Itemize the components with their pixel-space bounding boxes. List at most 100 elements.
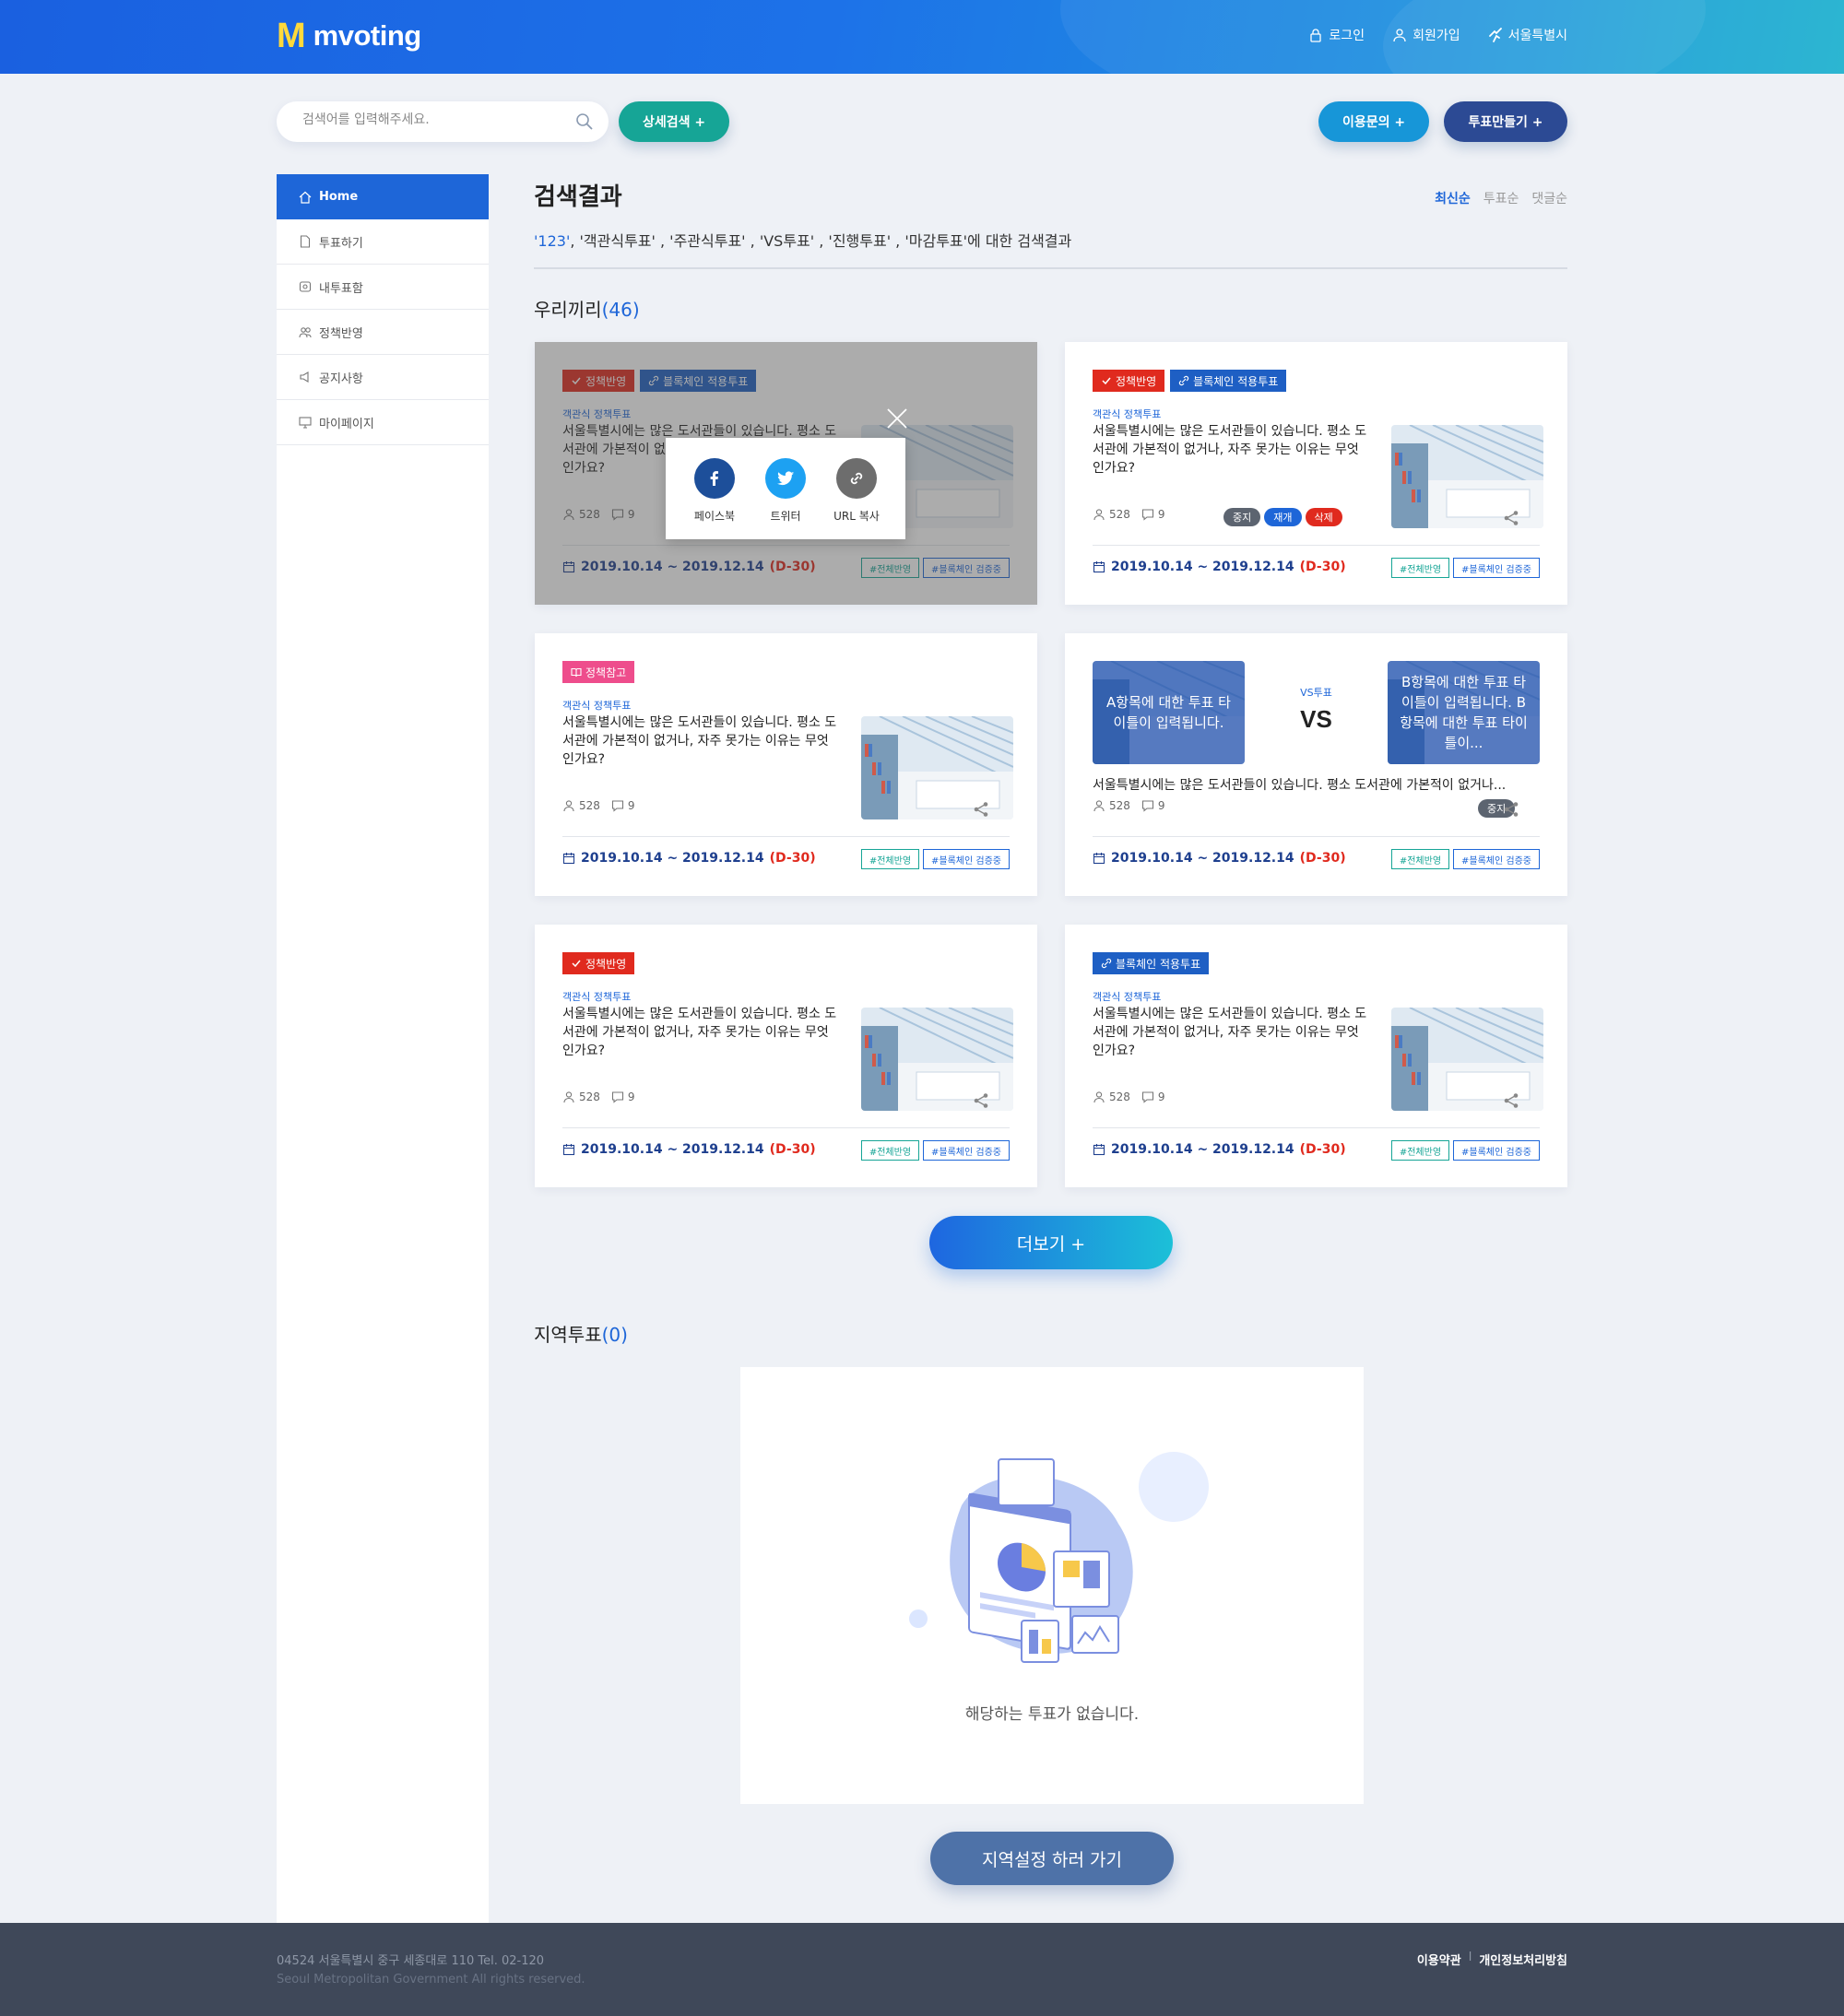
sort-latest[interactable]: 최신순 bbox=[1435, 189, 1471, 207]
vote-period: 2019.10.14 ~ 2019.12.14 (D-30) bbox=[562, 851, 816, 866]
person-icon bbox=[1093, 800, 1105, 812]
vote-stats: 528 9 bbox=[1093, 799, 1165, 812]
hashtag[interactable]: #블록체인 검증중 bbox=[1453, 1140, 1540, 1161]
view-count-value: 528 bbox=[1109, 508, 1130, 521]
sort-votes[interactable]: 투표순 bbox=[1483, 189, 1519, 207]
hashtag[interactable]: #전체반영 bbox=[860, 849, 920, 869]
vote-description: 서울특별시에는 많은 도서관들이 있습니다. 평소 도서관에 가본적이 없거나,… bbox=[562, 1007, 837, 1058]
calendar-icon bbox=[562, 853, 575, 865]
hashtag-list: #전체반영 #블록체인 검증중 bbox=[1390, 1140, 1540, 1161]
share-icon bbox=[974, 802, 988, 817]
divider bbox=[534, 267, 1567, 269]
document-icon bbox=[300, 235, 311, 248]
vs-option-b[interactable]: B항목에 대한 투표 타이틀이 입력됩니다. B항목에 대한 투표 타이틀이..… bbox=[1388, 661, 1540, 764]
hashtag[interactable]: #블록체인 검증중 bbox=[923, 1140, 1010, 1161]
hashtag[interactable]: #전체반영 bbox=[1390, 849, 1450, 869]
inquiry-button[interactable]: 이용문의 + bbox=[1318, 101, 1429, 142]
vs-vote-card[interactable]: A항목에 대한 투표 타이틀이 입력됩니다. VS투표 VS B항목에 대한 투… bbox=[1065, 633, 1567, 896]
view-count-value: 528 bbox=[579, 1091, 600, 1103]
comment-count: 9 bbox=[1141, 508, 1165, 521]
share-button[interactable] bbox=[973, 801, 989, 821]
hashtag[interactable]: #블록체인 검증중 bbox=[1453, 558, 1540, 578]
sort-comments[interactable]: 댓글순 bbox=[1531, 189, 1567, 207]
share-button[interactable] bbox=[1503, 1092, 1519, 1113]
section-count: (0) bbox=[601, 1324, 628, 1346]
sidebar-item-my-box[interactable]: 내투표함 bbox=[277, 265, 489, 310]
tag-label: 정책참고 bbox=[585, 666, 627, 679]
region-setting-button[interactable]: 지역설정 하러 가기 bbox=[930, 1832, 1174, 1885]
hashtag[interactable]: #전체반영 bbox=[860, 1140, 920, 1161]
tag-label: 정책반영 bbox=[1116, 374, 1157, 388]
share-button[interactable] bbox=[1503, 801, 1519, 821]
vote-category: 객관식 정책투표 bbox=[1093, 408, 1162, 420]
hashtag[interactable]: #블록체인 검증중 bbox=[923, 849, 1010, 869]
logo[interactable]: M mvoting bbox=[277, 17, 421, 55]
share-button[interactable] bbox=[1503, 510, 1519, 530]
stop-button[interactable]: 중지 bbox=[1223, 508, 1261, 526]
vote-card[interactable]: 정책반영 블록체인 적용투표 객관식 정책투표 서울특별시에는 많은 도서관들이… bbox=[535, 342, 1037, 605]
library-thumbnail bbox=[861, 1008, 1013, 1111]
search-input[interactable] bbox=[302, 112, 570, 127]
person-icon bbox=[563, 800, 574, 812]
terms-link[interactable]: 이용약관 bbox=[1417, 1951, 1461, 1968]
logo-mark: M bbox=[277, 17, 306, 55]
vote-dday: (D-30) bbox=[1299, 560, 1346, 574]
monitor-icon bbox=[299, 417, 312, 429]
vs-label: VS bbox=[1300, 705, 1332, 733]
search-box bbox=[277, 101, 609, 142]
resume-button[interactable]: 재개 bbox=[1264, 508, 1302, 526]
vote-card[interactable]: 정책반영 블록체인 적용투표 객관식 정책투표 서울특별시에는 많은 도서관들이… bbox=[1065, 342, 1567, 605]
comment-count-value: 9 bbox=[1157, 799, 1165, 812]
make-vote-button[interactable]: 투표만들기 + bbox=[1444, 101, 1567, 142]
sidebar-item-label: 정책반영 bbox=[319, 326, 363, 341]
close-icon[interactable] bbox=[885, 407, 909, 430]
load-more-button[interactable]: 더보기 + bbox=[929, 1216, 1173, 1269]
comment-icon bbox=[1141, 800, 1153, 812]
vote-card[interactable]: 정책참고 객관식 정책투표 서울특별시에는 많은 도서관들이 있습니다. 평소 … bbox=[535, 633, 1037, 896]
twitter-icon bbox=[765, 458, 806, 499]
hashtag[interactable]: #블록체인 검증중 bbox=[1453, 849, 1540, 869]
vote-stats: 528 9 bbox=[562, 799, 635, 812]
detail-search-button[interactable]: 상세검색 + bbox=[619, 101, 729, 142]
library-thumbnail bbox=[1391, 425, 1543, 528]
share-facebook[interactable]: 페이스북 bbox=[682, 458, 747, 524]
vote-card[interactable]: 블록체인 적용투표 객관식 정책투표 서울특별시에는 많은 도서관들이 있습니다… bbox=[1065, 925, 1567, 1187]
hashtag[interactable]: #전체반영 bbox=[1390, 558, 1450, 578]
vote-date-range: 2019.10.14 ~ 2019.12.14 bbox=[1111, 851, 1294, 866]
sidebar-item-vote[interactable]: 투표하기 bbox=[277, 219, 489, 265]
tag-label: 블록체인 적용투표 bbox=[1193, 374, 1279, 388]
calendar-icon bbox=[1093, 561, 1105, 573]
sidebar-item-policy[interactable]: 정책반영 bbox=[277, 310, 489, 355]
sidebar-item-label: Home bbox=[319, 190, 359, 204]
view-count: 528 bbox=[1093, 799, 1130, 812]
empty-message: 해당하는 투표가 없습니다. bbox=[964, 1705, 1140, 1724]
hashtag-list: #전체반영 #블록체인 검증중 bbox=[1390, 849, 1540, 869]
link-icon bbox=[1101, 958, 1112, 969]
link-icon bbox=[1179, 375, 1189, 386]
region-link[interactable]: 서울특별시 bbox=[1488, 26, 1567, 44]
privacy-link[interactable]: 개인정보처리방침 bbox=[1479, 1951, 1567, 1968]
signup-link[interactable]: 회원가입 bbox=[1392, 26, 1460, 44]
sidebar-item-home[interactable]: Home bbox=[277, 174, 489, 219]
lock-icon bbox=[1310, 29, 1322, 42]
region-label: 서울특별시 bbox=[1507, 29, 1567, 43]
share-twitter[interactable]: 트위터 bbox=[753, 458, 818, 524]
policy-tag: 정책반영 bbox=[562, 952, 635, 974]
sidebar-item-mypage[interactable]: 마이페이지 bbox=[277, 400, 489, 445]
search-icon[interactable] bbox=[575, 112, 594, 131]
delete-button[interactable]: 삭제 bbox=[1305, 508, 1342, 526]
logo-text: mvoting bbox=[313, 19, 422, 52]
calendar-icon bbox=[562, 1144, 575, 1156]
share-icon bbox=[1504, 802, 1519, 817]
share-button[interactable] bbox=[973, 1092, 989, 1113]
sidebar-item-notice[interactable]: 공지사항 bbox=[277, 355, 489, 400]
vote-card[interactable]: 정책반영 객관식 정책투표 서울특별시에는 많은 도서관들이 있습니다. 평소 … bbox=[535, 925, 1037, 1187]
check-icon bbox=[1102, 377, 1111, 385]
hashtag-list: #전체반영 #블록체인 검증중 bbox=[860, 1140, 1010, 1161]
share-url-copy[interactable]: URL 복사 bbox=[824, 458, 889, 524]
vote-admin-buttons: 중지 재개 삭제 bbox=[1223, 508, 1342, 526]
vs-option-a[interactable]: A항목에 대한 투표 타이틀이 입력됩니다. bbox=[1093, 661, 1245, 764]
login-link[interactable]: 로그인 bbox=[1308, 26, 1365, 44]
vote-stats: 528 9 bbox=[1093, 1091, 1165, 1103]
hashtag[interactable]: #전체반영 bbox=[1390, 1140, 1450, 1161]
